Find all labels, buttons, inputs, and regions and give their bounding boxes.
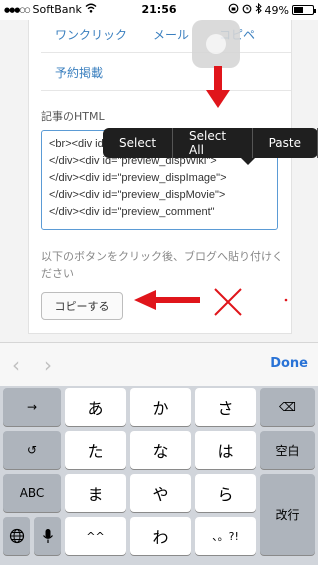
status-bar: ●●●○○ SoftBank 21:56 49% xyxy=(0,0,318,20)
tab-divider xyxy=(41,52,291,53)
lock-rotation-icon xyxy=(228,3,239,17)
previous-field-button[interactable]: ‹ xyxy=(12,353,20,377)
japanese-keyboard: → あ か さ ⌫ ↺ た な は 空白 ABC ま や ら 改行 ^^ わ 、… xyxy=(0,386,318,565)
space-key[interactable]: 空白 xyxy=(260,431,315,469)
arrow-key[interactable]: → xyxy=(3,388,61,426)
tab-mail[interactable]: メール xyxy=(153,26,189,43)
edit-context-menu: Select Select All Paste xyxy=(103,128,318,165)
key-ta[interactable]: た xyxy=(65,431,126,469)
tab-reservation[interactable]: 予約掲載 xyxy=(55,64,103,81)
key-wa[interactable]: わ xyxy=(130,517,191,555)
done-button[interactable]: Done xyxy=(270,356,308,371)
assistive-touch-button[interactable] xyxy=(192,20,240,68)
key-ra[interactable]: ら xyxy=(195,474,256,512)
code-line: </div><div id="preview_dispMovie"> xyxy=(49,189,226,201)
battery-icon xyxy=(292,5,316,15)
status-right: 49% xyxy=(228,2,316,17)
microphone-key[interactable] xyxy=(34,517,61,555)
abc-key[interactable]: ABC xyxy=(3,474,61,512)
key-a[interactable]: あ xyxy=(65,388,126,426)
key-ya[interactable]: や xyxy=(130,474,191,512)
key-na[interactable]: な xyxy=(130,431,191,469)
menu-select[interactable]: Select xyxy=(103,128,174,158)
delete-key[interactable]: ⌫ xyxy=(260,388,315,426)
tab-divider xyxy=(41,90,291,91)
menu-pointer xyxy=(241,158,255,165)
key-ha[interactable]: は xyxy=(195,431,256,469)
red-dot-annotation xyxy=(284,298,288,302)
key-ka[interactable]: か xyxy=(130,388,191,426)
copy-button[interactable]: コピーする xyxy=(41,292,123,320)
key-sa[interactable]: さ xyxy=(195,388,256,426)
battery-fill xyxy=(294,7,303,13)
undo-key[interactable]: ↺ xyxy=(3,431,61,469)
battery-percent: 49% xyxy=(264,3,289,17)
menu-select-all[interactable]: Select All xyxy=(173,128,253,158)
down-arrow-annotation xyxy=(206,66,230,108)
return-key[interactable]: 改行 xyxy=(260,474,315,555)
microphone-icon xyxy=(42,529,53,543)
key-punctuation[interactable]: 、。?! xyxy=(195,517,256,555)
globe-icon xyxy=(9,528,24,544)
keyboard-toolbar: ‹ › Done xyxy=(0,342,318,386)
html-section-label: 記事のHTML xyxy=(41,110,105,123)
cross-mark-annotation xyxy=(214,288,242,316)
content-card: ワンクリック メール コピペ 予約掲載 記事のHTML <br><div id=… xyxy=(28,20,292,334)
web-page: ワンクリック メール コピペ 予約掲載 記事のHTML <br><div id=… xyxy=(0,20,318,342)
tab-one-click[interactable]: ワンクリック xyxy=(55,26,127,43)
globe-key[interactable] xyxy=(3,517,30,555)
alarm-icon xyxy=(242,3,252,17)
left-arrow-annotation xyxy=(134,290,200,310)
bluetooth-icon xyxy=(255,2,262,17)
code-line: </div><div id="preview_comment" xyxy=(49,206,215,218)
key-emoticon[interactable]: ^^ xyxy=(65,517,126,555)
instruction-text: 以下のボタンをクリック後、ブログへ貼り付けください xyxy=(41,250,283,280)
key-ma[interactable]: ま xyxy=(65,474,126,512)
menu-paste[interactable]: Paste xyxy=(253,128,318,158)
next-field-button[interactable]: › xyxy=(44,353,52,377)
code-line: </div><div id="preview_dispImage"> xyxy=(49,172,227,184)
